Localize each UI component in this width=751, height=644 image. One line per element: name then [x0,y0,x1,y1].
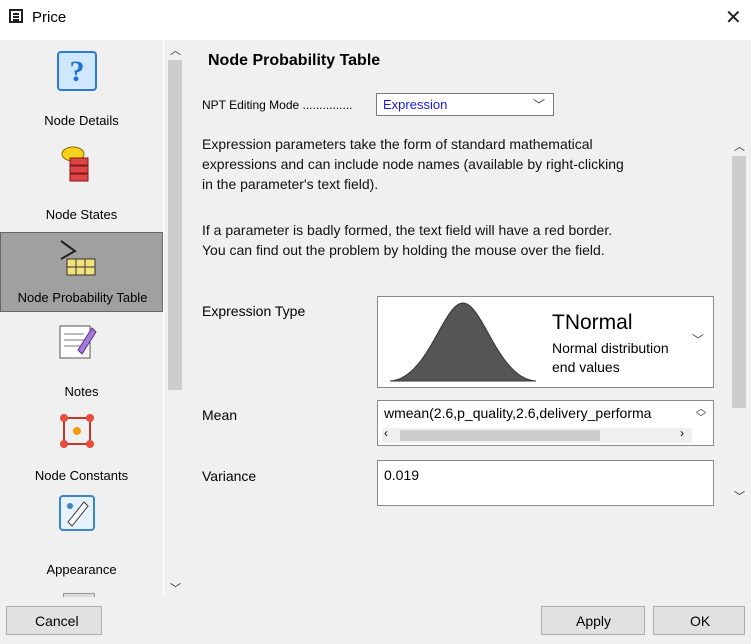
scrollbar-thumb[interactable] [732,156,746,408]
sidebar-item-label: Node Constants [34,468,129,483]
scroll-up-icon[interactable]: ︿ [170,42,181,58]
cancel-button[interactable]: Cancel [6,606,102,635]
mean-horizontal-scrollbar[interactable]: ‹ › [382,426,692,443]
node-states-icon [61,146,89,182]
sidebar-item-label: Node Probability Table [17,290,148,305]
node-constants-icon [60,414,94,448]
npt-mode-select[interactable]: Expression ﹀ [376,93,554,116]
npt-icon [60,240,96,276]
page-title: Node Probability Table [208,52,381,69]
variance-field[interactable]: 0.019 [377,460,714,506]
variance-value[interactable]: 0.019 [384,467,419,483]
description-line: Expression parameters take the form of s… [202,136,593,152]
chevron-down-icon: ﹀ [532,98,545,112]
sidebar-item-node-constants[interactable]: Node Constants [0,404,163,484]
scroll-right-icon[interactable]: › [680,426,684,440]
mean-value[interactable]: wmean(2.6,p_quality,2.6,delivery_perform… [384,405,689,421]
sidebar-item-label: Node Details [44,113,119,128]
scrollbar-thumb[interactable] [168,60,182,390]
description-line: You can find out the problem by holding … [202,242,605,258]
expression-type-label: Expression Type [202,303,306,319]
apply-button-label: Apply [576,613,612,629]
main-panel: Node Probability Table NPT Editing Mode … [186,40,751,597]
main-scrollbar[interactable]: ︿ ﹀ [728,136,750,506]
window-title: Price [32,9,67,26]
scroll-left-icon[interactable]: ‹ [384,426,388,440]
scroll-down-icon[interactable]: ﹀ [734,488,745,504]
scroll-down-icon[interactable]: ﹀ [170,580,181,596]
variance-label: Variance [202,468,257,484]
expression-name: TNormal [552,311,633,334]
sidebar-item-label: Node States [45,207,118,222]
ok-button-label: OK [690,613,711,629]
sidebar-item-node-states[interactable]: Node States [0,140,163,230]
scrollbar-thumb[interactable] [400,430,600,441]
appearance-icon [59,495,95,531]
sidebar-item-label: Notes [64,384,99,399]
ok-button[interactable]: OK [653,606,745,635]
sidebar-scrollbar[interactable]: ︿ ﹀ [164,40,186,597]
title-bar: Price ✕ [0,0,751,36]
mean-label: Mean [202,407,238,423]
scroll-up-icon[interactable]: ︿ [734,138,745,154]
expression-type-select[interactable]: TNormal Normal distribution end values ﹀ [377,296,714,388]
sidebar-item-node-details[interactable]: ? Node Details [0,40,163,140]
notes-icon [59,325,97,359]
question-icon: ? [57,51,97,91]
mean-field[interactable]: wmean(2.6,p_quality,2.6,delivery_perform… [377,400,714,446]
description-line: If a parameter is badly formed, the text… [202,222,613,238]
svg-text:?: ? [70,55,85,88]
expression-desc-line2: end values [552,359,620,375]
npt-mode-label: NPT Editing Mode ............... [202,98,353,112]
description-block-1: Expression parameters take the form of s… [202,134,702,194]
apply-button[interactable]: Apply [541,606,645,635]
description-line: expressions and can include node names (… [202,156,624,172]
close-icon[interactable]: ✕ [725,5,742,30]
npt-mode-value: Expression [383,97,448,112]
description-block-2: If a parameter is badly formed, the text… [202,220,702,260]
sidebar-item-label: Appearance [46,562,117,577]
sidebar-item-notes[interactable]: Notes [0,314,163,404]
description-line: in the parameter's text field). [202,176,379,192]
sidebar-item-node-probability-table[interactable]: Node Probability Table [0,232,163,312]
normal-curve-icon [389,302,537,382]
sidebar: ? Node Details Node States Node Probabil… [0,40,163,597]
mean-spinner-icon[interactable]: ︿ ﹀ [696,405,706,424]
expression-desc-line1: Normal distribution [552,340,669,356]
cancel-button-label: Cancel [35,613,79,629]
app-window-icon [9,9,23,23]
sidebar-item-appearance[interactable]: Appearance [0,486,163,586]
dialog-footer: Cancel Apply OK [0,597,751,644]
chevron-down-icon: ﹀ [692,333,705,347]
